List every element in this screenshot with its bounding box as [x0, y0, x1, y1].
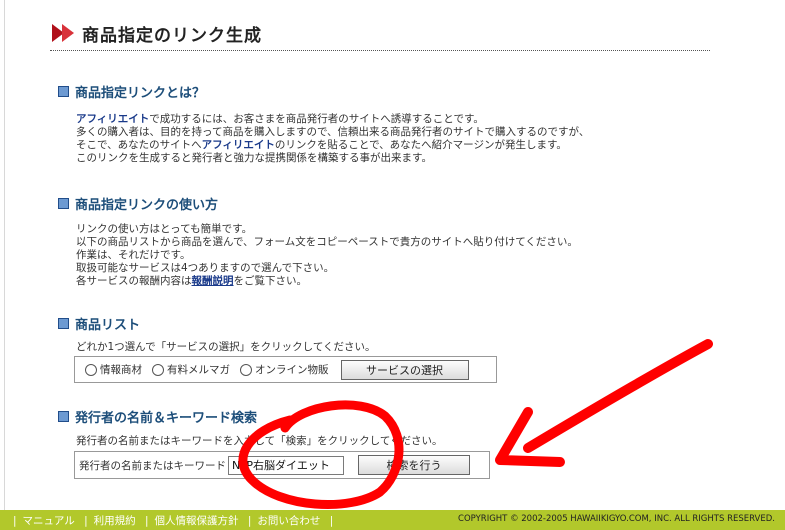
radio-online-sales[interactable]: オンライン物販: [240, 362, 329, 377]
radio-circle-icon[interactable]: [240, 363, 252, 376]
about-text: アフィリエイトで成功するには、お客さまを商品発行者のサイトへ誘導することです。 …: [76, 113, 590, 164]
section-heading-products: 商品リスト: [58, 314, 140, 333]
search-input[interactable]: NLP右脳ダイエット: [228, 455, 344, 475]
square-bullet-icon: [58, 318, 69, 329]
footer-link-contact[interactable]: お問い合わせ: [257, 515, 320, 527]
radio-info-product[interactable]: 情報商材: [85, 362, 142, 377]
left-border: [4, 0, 5, 510]
footer-bar: | マニュアル | 利用規約 | 個人情報保護方針 | お問い合わせ | COPYRIG…: [0, 510, 785, 530]
search-label: 発行者の名前またはキーワード: [79, 459, 226, 472]
footer-nav: | マニュアル | 利用規約 | 個人情報保護方針 | お問い合わせ |: [13, 514, 334, 527]
footer-link-privacy[interactable]: 個人情報保護方針: [155, 515, 239, 527]
select-service-button[interactable]: サービスの選択: [340, 359, 469, 380]
title-divider: [50, 50, 710, 51]
footer-link-terms[interactable]: 利用規約: [94, 515, 136, 527]
square-bullet-icon: [58, 198, 69, 209]
search-button[interactable]: 検索を行う: [358, 455, 470, 475]
double-chevron-icon: [52, 24, 74, 42]
radio-circle-icon[interactable]: [85, 363, 97, 376]
product-select-form: 情報商材 有料メルマガ オンライン物販 サービスの選択: [74, 356, 497, 383]
page-title: 商品指定のリンク生成: [82, 25, 262, 46]
square-bullet-icon: [58, 411, 69, 422]
affiliate-emphasis: アフィリエイト: [76, 113, 150, 125]
affiliate-emphasis: アフィリエイト: [201, 139, 275, 151]
reward-explanation-link[interactable]: 報酬説明: [192, 275, 234, 287]
products-instruction: どれか1つ選んで「サービスの選択」をクリックしてください。: [76, 341, 376, 353]
footer-link-manual[interactable]: マニュアル: [23, 515, 75, 527]
section-heading-usage: 商品指定リンクの使い方: [58, 194, 218, 213]
section-heading-text: 商品指定リンクとは？: [75, 86, 206, 101]
usage-text: リンクの使い方はとっても簡単です。 以下の商品リストから商品を選んで、フォーム文…: [76, 223, 578, 287]
section-heading-text: 商品リスト: [75, 318, 141, 333]
page-header: 商品指定のリンク生成: [52, 16, 262, 50]
search-instruction: 発行者の名前またはキーワードを入力して「検索」をクリックしてください。: [76, 435, 443, 447]
radio-paid-magazine[interactable]: 有料メルマガ: [152, 362, 230, 377]
red-arrow-head-icon: [495, 407, 565, 467]
section-heading-search: 発行者の名前＆キーワード検索: [58, 407, 257, 426]
copyright: COPYRIGHT © 2002-2005 HAWAIIKIGYO.COM, I…: [458, 514, 775, 524]
square-bullet-icon: [58, 86, 69, 97]
section-heading-about: 商品指定リンクとは？: [58, 82, 205, 101]
section-heading-text: 発行者の名前＆キーワード検索: [75, 411, 258, 426]
section-heading-text: 商品指定リンクの使い方: [75, 198, 219, 213]
search-form: 発行者の名前またはキーワード NLP右脳ダイエット 検索を行う: [74, 451, 490, 479]
red-arrow-shaft: [523, 339, 713, 453]
radio-circle-icon[interactable]: [152, 363, 164, 376]
